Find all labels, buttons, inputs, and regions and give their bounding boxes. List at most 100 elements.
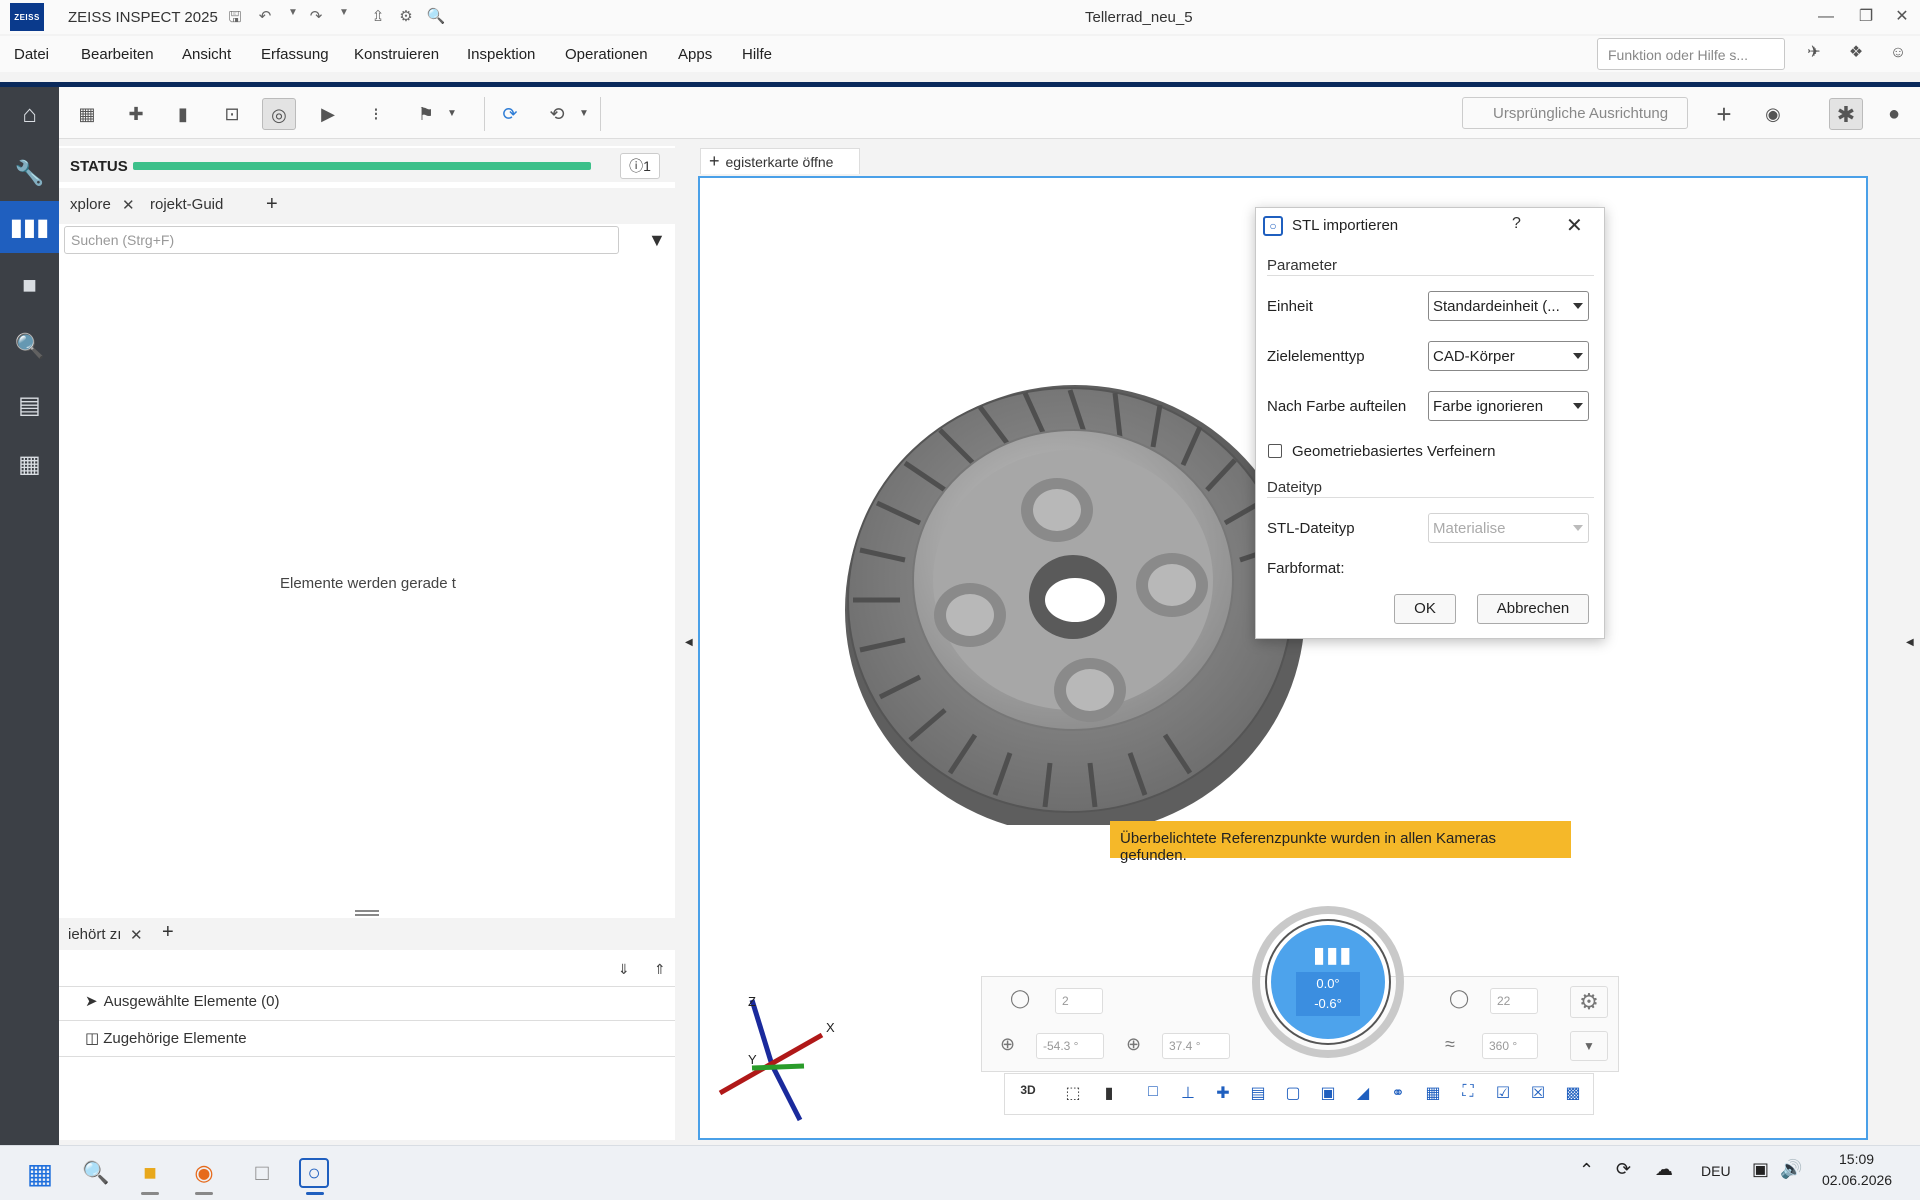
recompute-dropdown-icon[interactable]: ▼ [567,98,601,130]
menu-operationen[interactable]: Operationen [565,46,648,63]
close-window-icon[interactable]: ✕ [1888,5,1916,29]
volume-icon[interactable]: 🔊 [1780,1159,1802,1180]
distribute-icon[interactable]: ▤ [1245,1083,1271,1105]
tab-project-guide[interactable]: rojekt-Guid [150,196,223,213]
tree-item-selected[interactable]: ➤ Ausgewählte Elemente (0) [85,992,280,1011]
check-box-icon[interactable]: ☑ [1490,1083,1516,1105]
zielelement-select[interactable]: CAD-Körper [1428,341,1589,371]
alignment-dropdown[interactable]: Ursprüngliche Ausrichtung [1462,97,1688,129]
close-tab-icon[interactable]: ✕ [130,926,143,944]
taskbar-search-icon[interactable]: 🔍 [78,1155,114,1191]
add-tab-icon[interactable]: + [162,921,174,944]
target-icon[interactable]: ◎ [262,98,296,130]
menu-inspektion[interactable]: Inspektion [467,46,535,63]
save-icon[interactable]: 🖫 [224,7,246,27]
cloud-off-icon[interactable]: ☁ [1655,1159,1673,1180]
view-icon[interactable]: ◉ [1756,98,1790,130]
menu-apps[interactable]: Apps [678,46,712,63]
info-button[interactable]: ⓘ1 [620,153,660,179]
rotation-steps-spinner[interactable]: 2 [1055,988,1103,1014]
redo-icon[interactable]: ↷ [305,7,327,27]
firefox-icon[interactable]: ◉ [186,1155,222,1191]
fit-icon[interactable]: ⛶ [1455,1083,1481,1105]
select-rectangle-icon[interactable]: ⬚ [1060,1083,1086,1105]
columns-icon[interactable]: ▮ [166,98,200,130]
menu-bearbeiten[interactable]: Bearbeiten [81,46,154,63]
document-icon[interactable]: □ [244,1155,280,1191]
azimuth-spinner[interactable]: -54.3 ° [1036,1033,1104,1059]
filter-icon[interactable]: ▼ [648,230,666,251]
steps-spinner[interactable]: 22 [1490,988,1538,1014]
function-search-input[interactable]: Funktion oder Hilfe s... [1597,38,1785,70]
collapse-all-icon[interactable]: ⇑ [654,961,666,978]
import-icon[interactable]: ▶ [311,98,345,130]
menu-erfassung[interactable]: Erfassung [261,46,329,63]
tab-belongs-to[interactable]: iehört zı [68,926,121,943]
tree-item-related[interactable]: ◫ Zugehörige Elemente [85,1029,247,1048]
open-tab-button[interactable]: + egisterkarte öffne [700,148,860,174]
file-explorer-icon[interactable]: ■ [132,1155,168,1191]
expand-all-icon[interactable]: ⇓ [618,961,630,978]
frame-icon[interactable]: ▣ [1315,1083,1341,1105]
tab-explorer[interactable]: xplore [70,196,111,213]
grid-select-icon[interactable]: ▦ [1420,1083,1446,1105]
split-icon[interactable]: ▮ [1096,1083,1122,1105]
search-icon[interactable]: 🔍 [0,320,59,372]
inspection-workspace-icon[interactable]: ▮▮▮ [0,201,59,253]
add-icon[interactable]: + [1707,98,1741,130]
help-button[interactable]: ? [1512,215,1521,233]
menu-datei[interactable]: Datei [14,46,49,63]
close-tab-icon[interactable]: ✕ [122,196,135,214]
einheit-select[interactable]: Standardeinheit (... [1428,291,1589,321]
range-spinner[interactable]: 360 ° [1482,1033,1538,1059]
clock-time[interactable]: 15:09 [1839,1151,1874,1167]
windows-start-icon[interactable]: ▦ [22,1155,58,1191]
tray-chevron-icon[interactable]: ⌃ [1579,1160,1594,1181]
search-history-icon[interactable]: 🔍 [425,7,447,27]
layout-blocks-icon[interactable]: ▩ [1560,1083,1586,1105]
close-dialog-icon[interactable]: ✕ [1566,213,1583,238]
redo-dropdown-icon[interactable]: ▼ [333,7,355,27]
collapse-left-icon[interactable]: ◀ [685,637,693,648]
menu-ansicht[interactable]: Ansicht [182,46,231,63]
cancel-button[interactable]: Abbrechen [1477,594,1589,624]
undo-dropdown-icon[interactable]: ▼ [282,7,304,27]
collapse-right-icon[interactable]: ◀ [1906,637,1914,648]
triangle-ruler-icon[interactable]: ◢ [1350,1083,1376,1105]
align-center-icon[interactable]: ✚ [1210,1083,1236,1105]
undo-icon[interactable]: ↶ [254,7,276,27]
settings-gear-icon[interactable]: ⚙ [1570,986,1608,1018]
farbe-select[interactable]: Farbe ignorieren [1428,391,1589,421]
zeiss-inspect-taskbar-icon[interactable]: ○ [299,1158,329,1188]
apps-grid-icon[interactable]: ▦ [0,438,59,490]
deselect-icon[interactable]: ☒ [1525,1083,1551,1105]
puzzle-icon[interactable]: ❖ [1842,41,1870,65]
share-icon[interactable]: ⚙ [395,7,417,27]
add-document-icon[interactable]: ✚ [119,98,153,130]
home-icon[interactable]: ⌂ [0,89,59,141]
geometry-refine-checkbox[interactable] [1268,444,1282,458]
panel-splitter[interactable] [355,910,379,916]
language-indicator[interactable]: DEU [1701,1163,1731,1179]
square-icon[interactable]: ▢ [1280,1083,1306,1105]
clock-date[interactable]: 02.06.2026 [1822,1172,1892,1188]
wrench-icon[interactable]: 🔧 [0,147,59,199]
crop-icon[interactable]: ⊡ [215,98,249,130]
points-icon[interactable]: ⁝ [359,98,393,130]
layout-icon[interactable]: ▦ [70,98,104,130]
refresh-icon[interactable]: ⟳ [493,98,527,130]
elevation-spinner[interactable]: 37.4 ° [1162,1033,1230,1059]
circles-icon[interactable]: ⚭ [1385,1083,1411,1105]
align-bottom-icon[interactable]: ⊥ [1175,1083,1201,1105]
export-icon[interactable]: ⇫ [367,7,389,27]
rocket-icon[interactable]: ✈ [1800,41,1828,65]
gear-model[interactable] [825,375,1305,825]
camera-icon[interactable]: ■ [0,260,59,312]
plane-icon[interactable]: □ [1140,1083,1166,1105]
snowflake-icon[interactable]: ✱ [1829,98,1863,130]
expand-panel-icon[interactable]: ▼ [1570,1031,1608,1061]
3d-view-icon[interactable]: 3D [1015,1083,1041,1105]
restore-icon[interactable]: ❐ [1852,5,1880,29]
menu-konstruieren[interactable]: Konstruieren [354,46,439,63]
add-tab-icon[interactable]: + [266,193,278,216]
